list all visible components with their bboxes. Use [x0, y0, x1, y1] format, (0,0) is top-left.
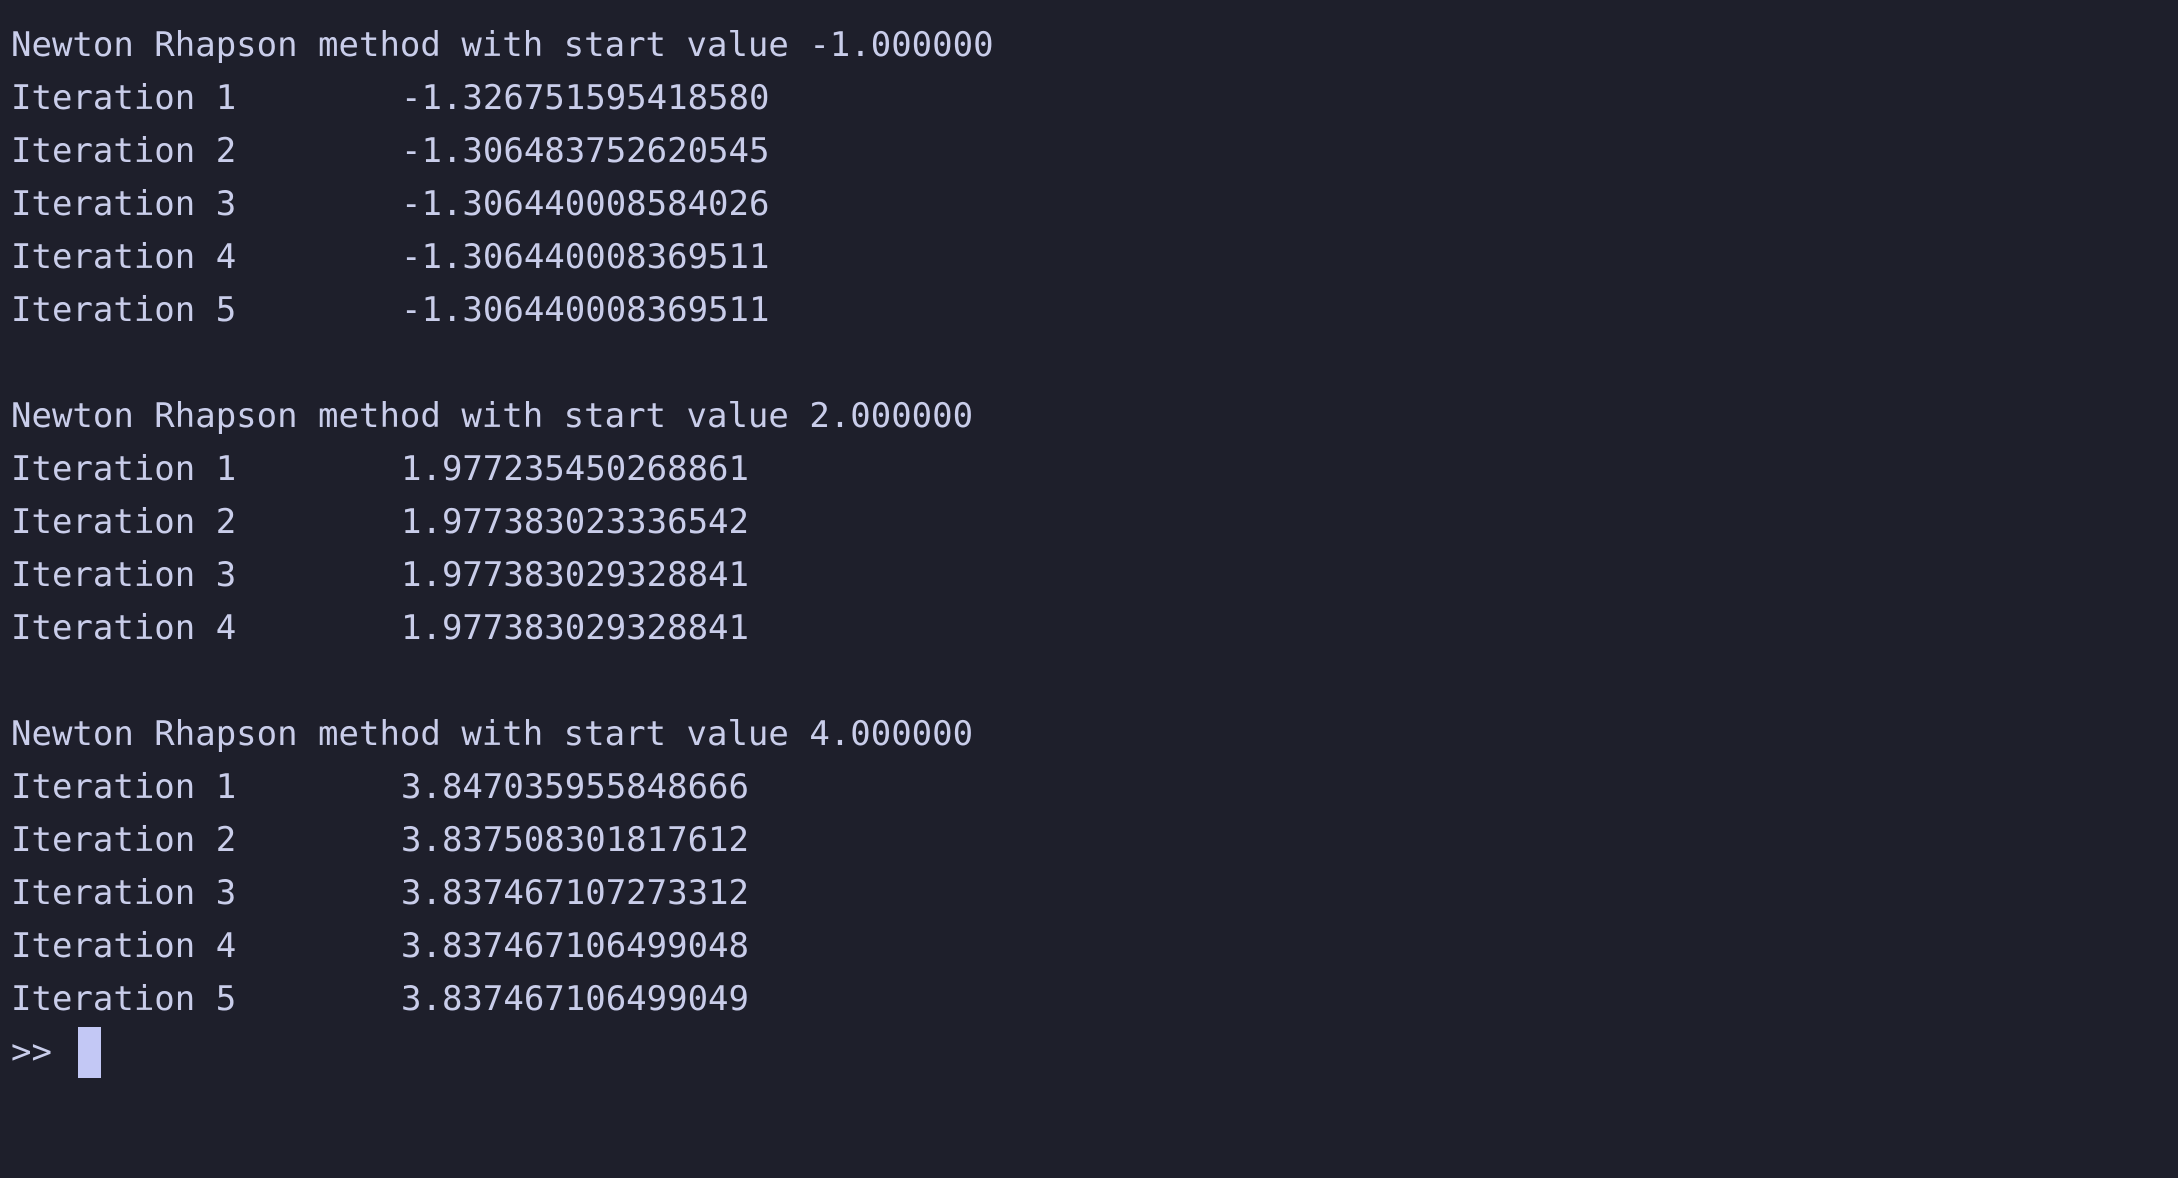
iteration-row: Iteration 4 -1.306440008369511 [11, 231, 2178, 284]
iteration-value: 1.977383023336542 [401, 502, 749, 542]
iteration-row: Iteration 1 -1.326751595418580 [11, 72, 2178, 125]
terminal-window[interactable]: Newton Rhapson method with start value -… [0, 0, 2178, 1178]
iteration-value: -1.306440008369511 [401, 290, 770, 330]
iteration-row: Iteration 3 -1.306440008584026 [11, 178, 2178, 231]
iteration-value: 3.837467107273312 [401, 873, 749, 913]
iteration-label: Iteration 3 [11, 873, 237, 913]
iteration-label: Iteration 3 [11, 184, 237, 224]
iteration-value: -1.326751595418580 [401, 78, 770, 118]
iteration-row: Iteration 5 3.837467106499049 [11, 973, 2178, 1026]
iteration-label: Iteration 4 [11, 237, 237, 277]
iteration-label: Iteration 5 [11, 290, 237, 330]
iteration-value: 1.977235450268861 [401, 449, 749, 489]
iteration-row: Iteration 4 1.977383029328841 [11, 602, 2178, 655]
iteration-value: 3.837467106499048 [401, 926, 749, 966]
iteration-row: Iteration 2 -1.306483752620545 [11, 125, 2178, 178]
iteration-value: 1.977383029328841 [401, 608, 749, 648]
iteration-label: Iteration 1 [11, 449, 237, 489]
iteration-label: Iteration 2 [11, 502, 237, 542]
iteration-label: Iteration 4 [11, 926, 237, 966]
output-header: Newton Rhapson method with start value -… [11, 25, 994, 65]
command-prompt[interactable]: >> [11, 1026, 2178, 1079]
iteration-value: 3.837467106499049 [401, 979, 749, 1019]
iteration-label: Iteration 5 [11, 979, 237, 1019]
iteration-row: Iteration 2 1.977383023336542 [11, 496, 2178, 549]
iteration-label: Iteration 1 [11, 78, 237, 118]
output-header: Newton Rhapson method with start value 4… [11, 714, 974, 754]
iteration-row: Iteration 5 -1.306440008369511 [11, 284, 2178, 337]
iteration-value: 3.837508301817612 [401, 820, 749, 860]
iteration-row: Iteration 2 3.837508301817612 [11, 814, 2178, 867]
iteration-value: -1.306440008584026 [401, 184, 770, 224]
iteration-label: Iteration 3 [11, 555, 237, 595]
iteration-value: 3.847035955848666 [401, 767, 749, 807]
iteration-value: -1.306440008369511 [401, 237, 770, 277]
iteration-label: Iteration 4 [11, 608, 237, 648]
iteration-row: Iteration 1 3.847035955848666 [11, 761, 2178, 814]
iteration-label: Iteration 2 [11, 131, 237, 171]
iteration-row: Iteration 1 1.977235450268861 [11, 443, 2178, 496]
iteration-value: 1.977383029328841 [401, 555, 749, 595]
iteration-value: -1.306483752620545 [401, 131, 770, 171]
text-cursor[interactable] [77, 1027, 101, 1078]
iteration-label: Iteration 2 [11, 820, 237, 860]
iteration-label: Iteration 1 [11, 767, 237, 807]
iteration-row: Iteration 3 1.977383029328841 [11, 549, 2178, 602]
iteration-row: Iteration 4 3.837467106499048 [11, 920, 2178, 973]
output-header: Newton Rhapson method with start value 2… [11, 396, 974, 436]
prompt-symbol: >> [11, 1032, 52, 1072]
iteration-row: Iteration 3 3.837467107273312 [11, 867, 2178, 920]
